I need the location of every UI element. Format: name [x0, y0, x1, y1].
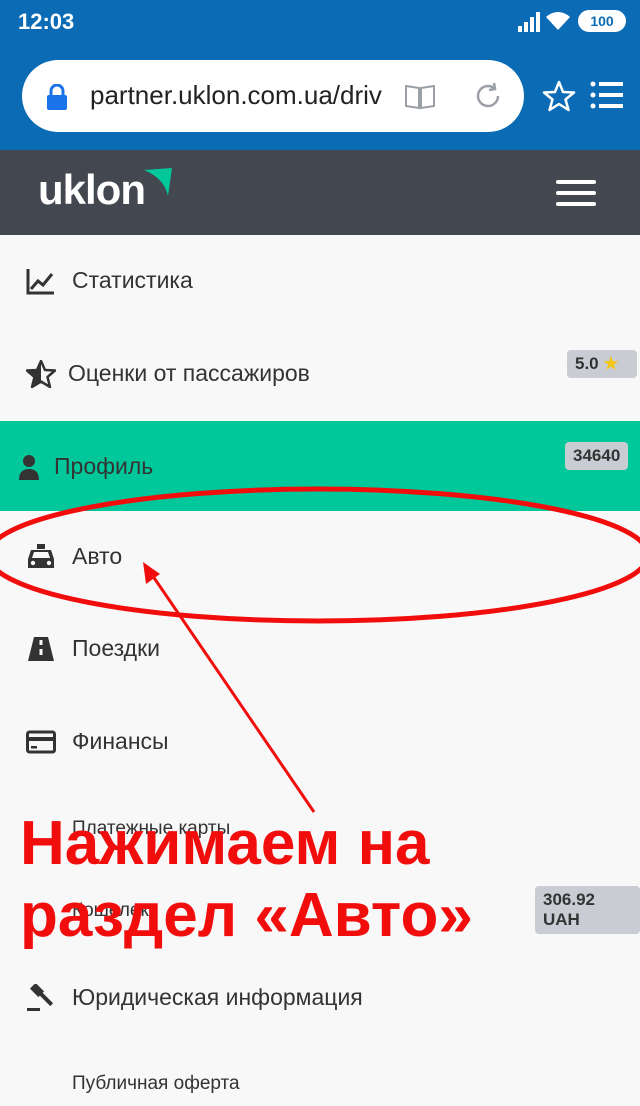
menu-item-legal[interactable]: Юридическая информация: [0, 952, 640, 1044]
wifi-icon: [546, 12, 570, 30]
status-bar: 12:03 100: [0, 0, 640, 44]
menu-item-label: Профиль: [54, 453, 154, 479]
bookmark-star-icon[interactable]: [542, 80, 576, 112]
menu-item-label: Финансы: [72, 728, 169, 754]
uklon-logo[interactable]: uklon: [38, 166, 146, 214]
menu-item-label: Поездки: [72, 635, 160, 661]
app-header: uklon: [0, 150, 640, 235]
reload-icon[interactable]: [474, 82, 502, 110]
profile-id-badge: 34640: [565, 442, 629, 470]
menu-item-trips[interactable]: Поездки: [0, 603, 640, 695]
reader-mode-icon[interactable]: [404, 82, 436, 110]
user-icon: [19, 455, 39, 480]
callout-line-2: раздел «Авто»: [20, 881, 473, 950]
logo-leaf-icon: [144, 168, 172, 196]
menu-item-auto[interactable]: Авто: [0, 511, 640, 603]
rating-badge: 5.0 ★: [567, 350, 637, 378]
half-star-icon: [26, 360, 56, 388]
menu-item-profile[interactable]: Профиль 34640: [0, 421, 640, 511]
menu-item-label: Статистика: [72, 267, 193, 293]
menu-item-finances[interactable]: Финансы: [0, 696, 640, 788]
menu-item-ratings[interactable]: Оценки от пассажиров 5.0 ★: [0, 328, 640, 420]
chart-line-icon: [26, 269, 54, 295]
battery-indicator: 100: [578, 10, 626, 32]
menu-item-label: Юридическая информация: [72, 984, 363, 1010]
gavel-icon: [27, 984, 54, 1011]
taxi-icon: [28, 544, 54, 568]
credit-card-icon: [26, 730, 56, 754]
submenu-item-public-offer[interactable]: Публичная оферта: [72, 1073, 240, 1095]
menu-item-label: Оценки от пассажиров: [68, 360, 310, 386]
url-text[interactable]: partner.uklon.com.ua/driv: [90, 80, 390, 111]
road-icon: [28, 637, 54, 661]
menu-item-statistics[interactable]: Статистика: [0, 235, 640, 327]
lock-icon: [47, 84, 67, 110]
callout-line-1: Нажимаем на: [20, 809, 430, 878]
hamburger-menu-button[interactable]: [556, 180, 596, 206]
browser-chrome: 12:03 100 partner.uklon.com.ua/driv: [0, 0, 640, 150]
browser-menu-icon[interactable]: [590, 80, 624, 110]
star-icon: ★: [603, 354, 619, 373]
url-bar[interactable]: partner.uklon.com.ua/driv: [22, 60, 524, 132]
annotation-callout: Нажимаем на раздел «Авто»: [20, 808, 640, 952]
menu-item-label: Авто: [72, 543, 123, 569]
status-time: 12:03: [18, 9, 75, 34]
signal-icon: [518, 12, 540, 32]
rating-value: 5.0: [575, 354, 599, 373]
